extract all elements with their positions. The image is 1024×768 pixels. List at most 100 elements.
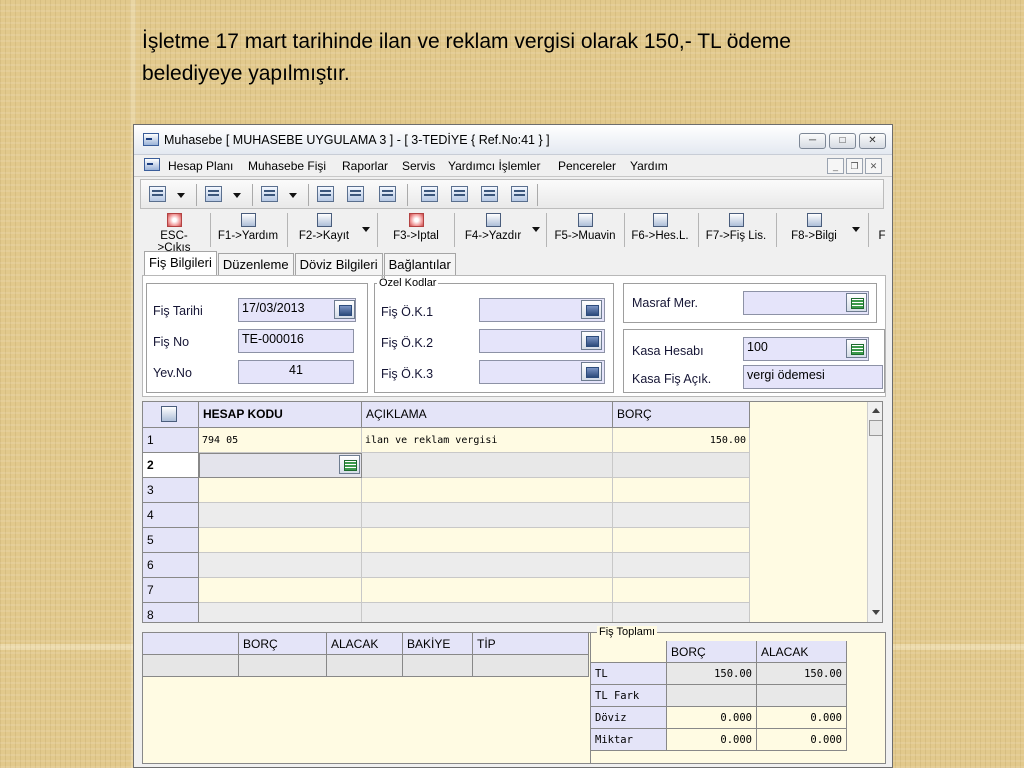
lookup-icon[interactable] (581, 362, 602, 381)
grid-corner[interactable] (143, 402, 199, 428)
cell-aciklama[interactable] (362, 478, 613, 503)
voucher-header-group: Fiş Tarihi 17/03/2013 Fiş No TE-000016 Y… (146, 283, 368, 393)
menu-muhasebe-fisi[interactable]: Muhasebe Fişi (248, 159, 326, 173)
totals-row-label: Miktar (591, 729, 667, 751)
scroll-up-icon[interactable] (872, 408, 880, 413)
document-list-icon[interactable] (421, 186, 438, 202)
cell-hesap-kodu[interactable] (199, 528, 362, 553)
slide-caption: İşletme 17 mart tarihinde ilan ve reklam… (142, 26, 902, 90)
fis-no-field[interactable]: TE-000016 (238, 329, 354, 353)
close-button[interactable]: ✕ (859, 133, 886, 149)
column-header-hesap-kodu[interactable]: HESAP KODU (199, 402, 362, 428)
lookup-icon[interactable] (846, 293, 867, 312)
row-number[interactable]: 7 (143, 578, 199, 603)
lookup-icon[interactable] (339, 455, 360, 474)
tab-fis-bilgileri[interactable]: Fiş Bilgileri (144, 251, 217, 275)
lookup-icon[interactable] (581, 300, 602, 319)
scrollbar-thumb[interactable] (869, 420, 882, 436)
row-number[interactable]: 6 (143, 553, 199, 578)
row-number[interactable]: 8 (143, 603, 199, 622)
cell-aciklama[interactable] (362, 553, 613, 578)
cell-aciklama[interactable] (362, 453, 613, 478)
cell-aciklama[interactable] (362, 528, 613, 553)
title-bar[interactable]: Muhasebe [ MUHASEBE UYGULAMA 3 ] - [ 3-T… (134, 125, 892, 155)
cell-hesap-kodu[interactable] (199, 578, 362, 603)
cell-borc[interactable] (613, 553, 750, 578)
mdi-minimize-button[interactable]: _ (827, 158, 844, 174)
vertical-scrollbar[interactable] (867, 402, 882, 622)
scroll-down-icon[interactable] (872, 610, 880, 615)
grid-icon[interactable] (511, 186, 528, 202)
esc-exit-button[interactable]: ESC->Çıkış (144, 211, 204, 254)
calendar-icon[interactable] (334, 300, 355, 319)
tab-duzenleme[interactable]: Düzenleme (217, 253, 294, 275)
cell-borc[interactable] (613, 528, 750, 553)
f8-info-button[interactable]: F8->Bilgi (784, 211, 844, 249)
lookup-icon[interactable] (581, 331, 602, 350)
cell-hesap-kodu[interactable] (199, 503, 362, 528)
column-header-aciklama[interactable]: AÇIKLAMA (362, 402, 613, 428)
ledger-icon[interactable] (451, 186, 468, 202)
mdi-close-button[interactable]: ✕ (865, 158, 882, 174)
cell-aciklama[interactable] (362, 578, 613, 603)
cell-borc[interactable] (613, 578, 750, 603)
summary-header-blank (143, 633, 239, 655)
cell-hesap-kodu-editing[interactable] (199, 453, 362, 478)
menu-servis[interactable]: Servis (402, 159, 435, 173)
row-number[interactable]: 5 (143, 528, 199, 553)
stack-icon[interactable] (481, 186, 498, 202)
cell-aciklama[interactable]: ilan ve reklam vergisi (362, 428, 613, 453)
menu-pencereler[interactable]: Pencereler (558, 159, 616, 173)
menu-yardim[interactable]: Yardım (630, 159, 668, 173)
menu-hesap-plani[interactable]: Hesap Planı (168, 159, 233, 173)
cell-borc[interactable]: 150.00 (613, 428, 750, 453)
chevron-down-icon[interactable] (362, 227, 370, 232)
mdi-restore-button[interactable]: ❐ (846, 158, 863, 174)
window-icon[interactable] (317, 186, 334, 202)
cell-hesap-kodu[interactable]: 794 05 (199, 428, 362, 453)
cell-hesap-kodu[interactable] (199, 603, 362, 622)
cell-hesap-kodu[interactable] (199, 478, 362, 503)
window-split-icon[interactable] (347, 186, 364, 202)
minimize-button[interactable]: ─ (799, 133, 826, 149)
row-number[interactable]: 3 (143, 478, 199, 503)
cell-aciklama[interactable] (362, 503, 613, 528)
chevron-down-icon[interactable] (177, 193, 185, 198)
lookup-icon[interactable] (846, 339, 867, 358)
chevron-down-icon[interactable] (233, 193, 241, 198)
f1-help-button[interactable]: F1->Yardım (216, 211, 280, 249)
menu-raporlar[interactable]: Raporlar (342, 159, 388, 173)
users-icon[interactable] (261, 186, 278, 202)
row-number[interactable]: 1 (143, 428, 199, 453)
chevron-down-icon[interactable] (532, 227, 540, 232)
kasa-fis-acik-field[interactable]: vergi ödemesi (743, 365, 883, 389)
cell-aciklama[interactable] (362, 603, 613, 622)
table-icon[interactable] (379, 186, 396, 202)
f3-cancel-button[interactable]: F3->Iptal (384, 211, 448, 249)
menu-yardimci-islemler[interactable]: Yardımcı İşlemler (448, 159, 540, 173)
tab-baglantilar[interactable]: Bağlantılar (383, 253, 456, 275)
button-label: F4->Yazdır (464, 230, 522, 242)
yev-no-field[interactable]: 41 (238, 360, 354, 384)
row-number[interactable]: 4 (143, 503, 199, 528)
cell-borc[interactable] (613, 478, 750, 503)
f7-voucher-list-button[interactable]: F7->Fiş Lis. (702, 211, 770, 249)
f5-muavin-button[interactable]: F5->Muavin (550, 211, 620, 249)
cell-hesap-kodu[interactable] (199, 553, 362, 578)
tab-doviz-bilgileri[interactable]: Döviz Bilgileri (294, 253, 383, 275)
f2-save-button[interactable]: F2->Kayıt (292, 211, 356, 249)
totals-header-blank (591, 641, 667, 663)
cell-borc[interactable] (613, 503, 750, 528)
chevron-down-icon[interactable] (289, 193, 297, 198)
chevron-down-icon[interactable] (852, 227, 860, 232)
cell-borc[interactable] (613, 603, 750, 622)
f6-account-list-button[interactable]: F6->Hes.L. (628, 211, 692, 249)
help-icon[interactable] (205, 186, 222, 202)
maximize-button[interactable]: □ (829, 133, 856, 149)
exit-icon[interactable] (149, 186, 166, 202)
cell-borc[interactable] (613, 453, 750, 478)
f4-print-button[interactable]: F4->Yazdır (460, 211, 526, 249)
more-button[interactable]: F (874, 211, 890, 249)
row-number[interactable]: 2 (143, 453, 199, 478)
column-header-borc[interactable]: BORÇ (613, 402, 750, 428)
